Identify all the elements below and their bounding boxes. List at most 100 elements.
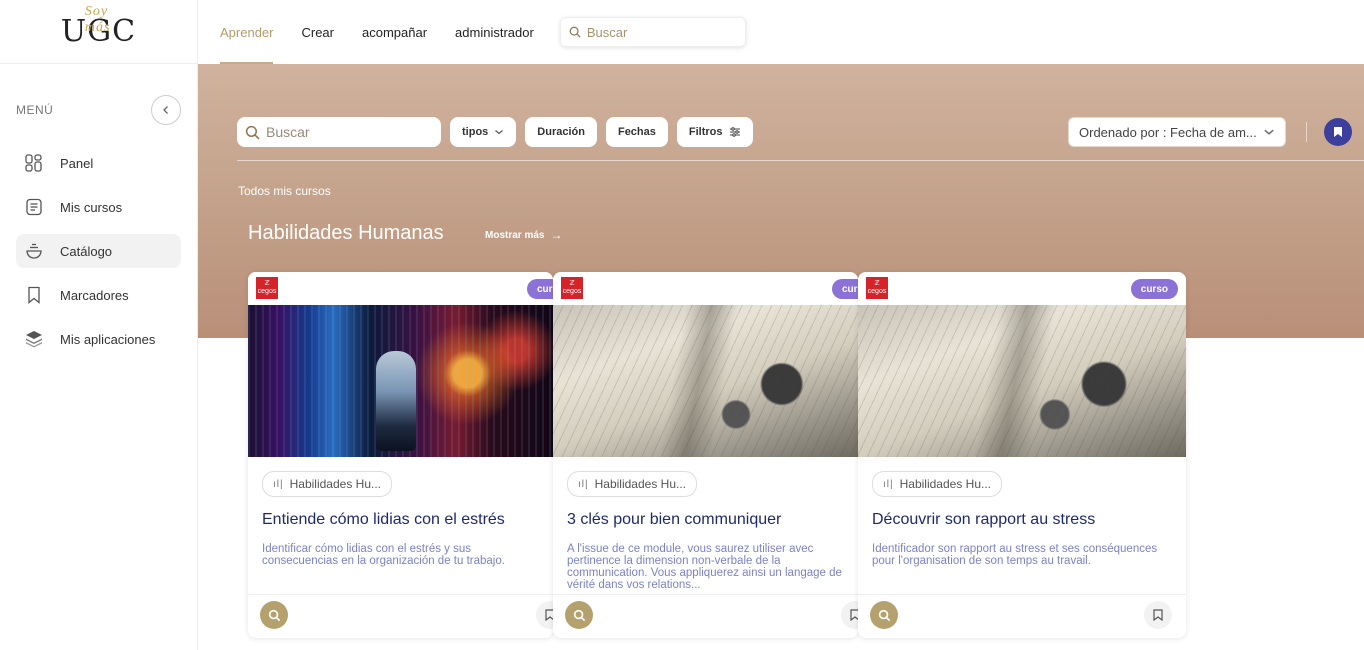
preview-button[interactable] <box>870 601 898 629</box>
sort-dropdown[interactable]: Ordenado por : Fecha de am... <box>1068 117 1286 147</box>
bookmark-button[interactable] <box>1144 601 1172 629</box>
catalog-search-input[interactable] <box>266 124 426 140</box>
tab-crear[interactable]: Crear <box>301 0 334 64</box>
top-nav: Aprender Crear acompañar administrador <box>220 0 562 64</box>
filters-button[interactable]: Filtros <box>676 117 753 147</box>
card-body: ıl| Habilidades Hu... Découvrir son rapp… <box>858 457 1186 591</box>
divider <box>237 160 1364 161</box>
chevron-down-icon <box>1264 129 1274 135</box>
sidebar-item-label: Panel <box>60 155 94 171</box>
show-more-link[interactable]: Mostrar más → <box>485 228 562 242</box>
image-shading <box>553 305 858 457</box>
dashboard-icon <box>24 153 44 173</box>
tab-aprender[interactable]: Aprender <box>220 0 274 64</box>
show-more-label: Mostrar más <box>485 229 545 241</box>
image-figure <box>376 351 416 451</box>
logo-mark: Soy más UGC <box>61 4 136 49</box>
card-footer <box>858 594 1186 638</box>
course-image <box>858 305 1186 457</box>
tab-administrador[interactable]: administrador <box>455 0 534 64</box>
card-header: ℤ cegos curso <box>248 272 553 305</box>
divider <box>1306 122 1307 142</box>
sidebar-item-label: Mis cursos <box>60 199 123 215</box>
course-card[interactable]: ℤ cegos curso ıl| Habilidades Hu... Déco… <box>858 272 1186 638</box>
menu-title: MENÚ <box>16 103 54 117</box>
card-footer <box>248 594 553 638</box>
collapse-sidebar-button[interactable] <box>151 95 181 125</box>
types-dropdown[interactable]: tipos <box>450 117 517 147</box>
dates-filter-button[interactable]: Fechas <box>605 117 668 147</box>
type-badge: curso <box>1130 279 1178 299</box>
course-image <box>553 305 858 457</box>
bookmark-button[interactable] <box>841 601 858 629</box>
search-icon <box>878 609 890 621</box>
cegos-logo-mark: ℤ <box>569 280 575 287</box>
sidebar-nav: Panel Mis cursos Catálogo Marcadores Mis… <box>0 146 197 356</box>
course-title[interactable]: Découvrir son rapport au stress <box>872 511 1172 529</box>
preview-button[interactable] <box>260 601 288 629</box>
card-header: ℤ cegos curso <box>858 272 1186 305</box>
course-card[interactable]: ℤ cegos curso ıl| Habilidades Hu... 3 cl… <box>553 272 858 638</box>
course-image <box>248 305 553 457</box>
bookmark-icon <box>850 609 858 621</box>
courses-icon <box>24 197 44 217</box>
course-card[interactable]: ℤ cegos curso ıl| Habilidades Hu... Enti… <box>248 272 553 638</box>
filter-row: tipos Duración Fechas Filtros <box>237 117 753 147</box>
category-chip[interactable]: ıl| Habilidades Hu... <box>262 471 392 497</box>
bookmark-icon <box>24 285 44 305</box>
course-title[interactable]: 3 clés pour bien communiquer <box>567 511 844 529</box>
top-search <box>559 17 746 47</box>
sidebar-item-bookmarks[interactable]: Marcadores <box>16 278 181 312</box>
preview-button[interactable] <box>565 601 593 629</box>
logo-script: Soy más <box>84 4 111 35</box>
level-bars-icon: ıl| <box>273 478 284 490</box>
app-root: Soy más UGC MENÚ Panel Mis cursos Catálo… <box>0 0 1364 650</box>
sidebar-item-panel[interactable]: Panel <box>16 146 181 180</box>
apps-icon <box>24 329 44 349</box>
category-label: Habilidades Hu... <box>899 477 991 491</box>
menu-header: MENÚ <box>0 94 197 126</box>
cegos-logo-text: cegos <box>867 288 887 295</box>
sidebar-item-catalog[interactable]: Catálogo <box>16 234 181 268</box>
category-label: Habilidades Hu... <box>289 477 381 491</box>
search-icon <box>569 26 581 38</box>
card-footer <box>553 594 858 638</box>
top-search-input[interactable] <box>586 24 737 40</box>
sidebar-item-label: Catálogo <box>60 243 113 259</box>
cegos-logo-mark: ℤ <box>264 280 270 287</box>
chevron-down-icon <box>495 130 504 135</box>
type-badge: curso <box>527 279 553 299</box>
type-badge: curso <box>832 279 858 299</box>
sidebar-item-label: Marcadores <box>60 287 129 303</box>
search-icon <box>573 609 585 621</box>
logo[interactable]: Soy más UGC <box>0 0 197 64</box>
all-courses-label: Todos mis cursos <box>238 184 331 198</box>
category-chip[interactable]: ıl| Habilidades Hu... <box>567 471 697 497</box>
sidebar: Soy más UGC MENÚ Panel Mis cursos Catálo… <box>0 0 198 650</box>
bookmark-button[interactable] <box>536 601 553 629</box>
card-body: ıl| Habilidades Hu... 3 clés pour bien c… <box>553 457 858 591</box>
course-description: A l'issue de ce module, vous saurez util… <box>567 543 842 591</box>
bookmarks-toggle-button[interactable] <box>1324 118 1352 146</box>
search-icon <box>245 125 260 139</box>
section-title: Habilidades Humanas <box>248 222 444 244</box>
sidebar-item-my-apps[interactable]: Mis aplicaciones <box>16 322 181 356</box>
sidebar-item-my-courses[interactable]: Mis cursos <box>16 190 181 224</box>
chevron-left-icon <box>163 106 168 114</box>
level-bars-icon: ıl| <box>578 478 589 490</box>
category-chip[interactable]: ıl| Habilidades Hu... <box>872 471 1002 497</box>
sort-label: Ordenado por : Fecha de am... <box>1079 124 1257 140</box>
tab-acompanar[interactable]: acompañar <box>362 0 427 64</box>
cegos-logo: ℤ cegos <box>561 277 583 299</box>
catalog-search <box>237 117 441 147</box>
bookmark-icon <box>1334 127 1342 137</box>
course-title[interactable]: Entiende cómo lidias con el estrés <box>262 511 539 529</box>
top-bar: Aprender Crear acompañar administrador <box>198 0 1364 64</box>
types-label: tipos <box>462 126 489 138</box>
arrow-right-icon: → <box>550 228 563 242</box>
course-description: Identificar cómo lidias con el estrés y … <box>262 543 505 567</box>
bookmark-icon <box>545 609 553 621</box>
cegos-logo-text: cegos <box>257 288 277 295</box>
duration-filter-button[interactable]: Duración <box>525 117 597 147</box>
image-shading <box>858 305 1186 457</box>
